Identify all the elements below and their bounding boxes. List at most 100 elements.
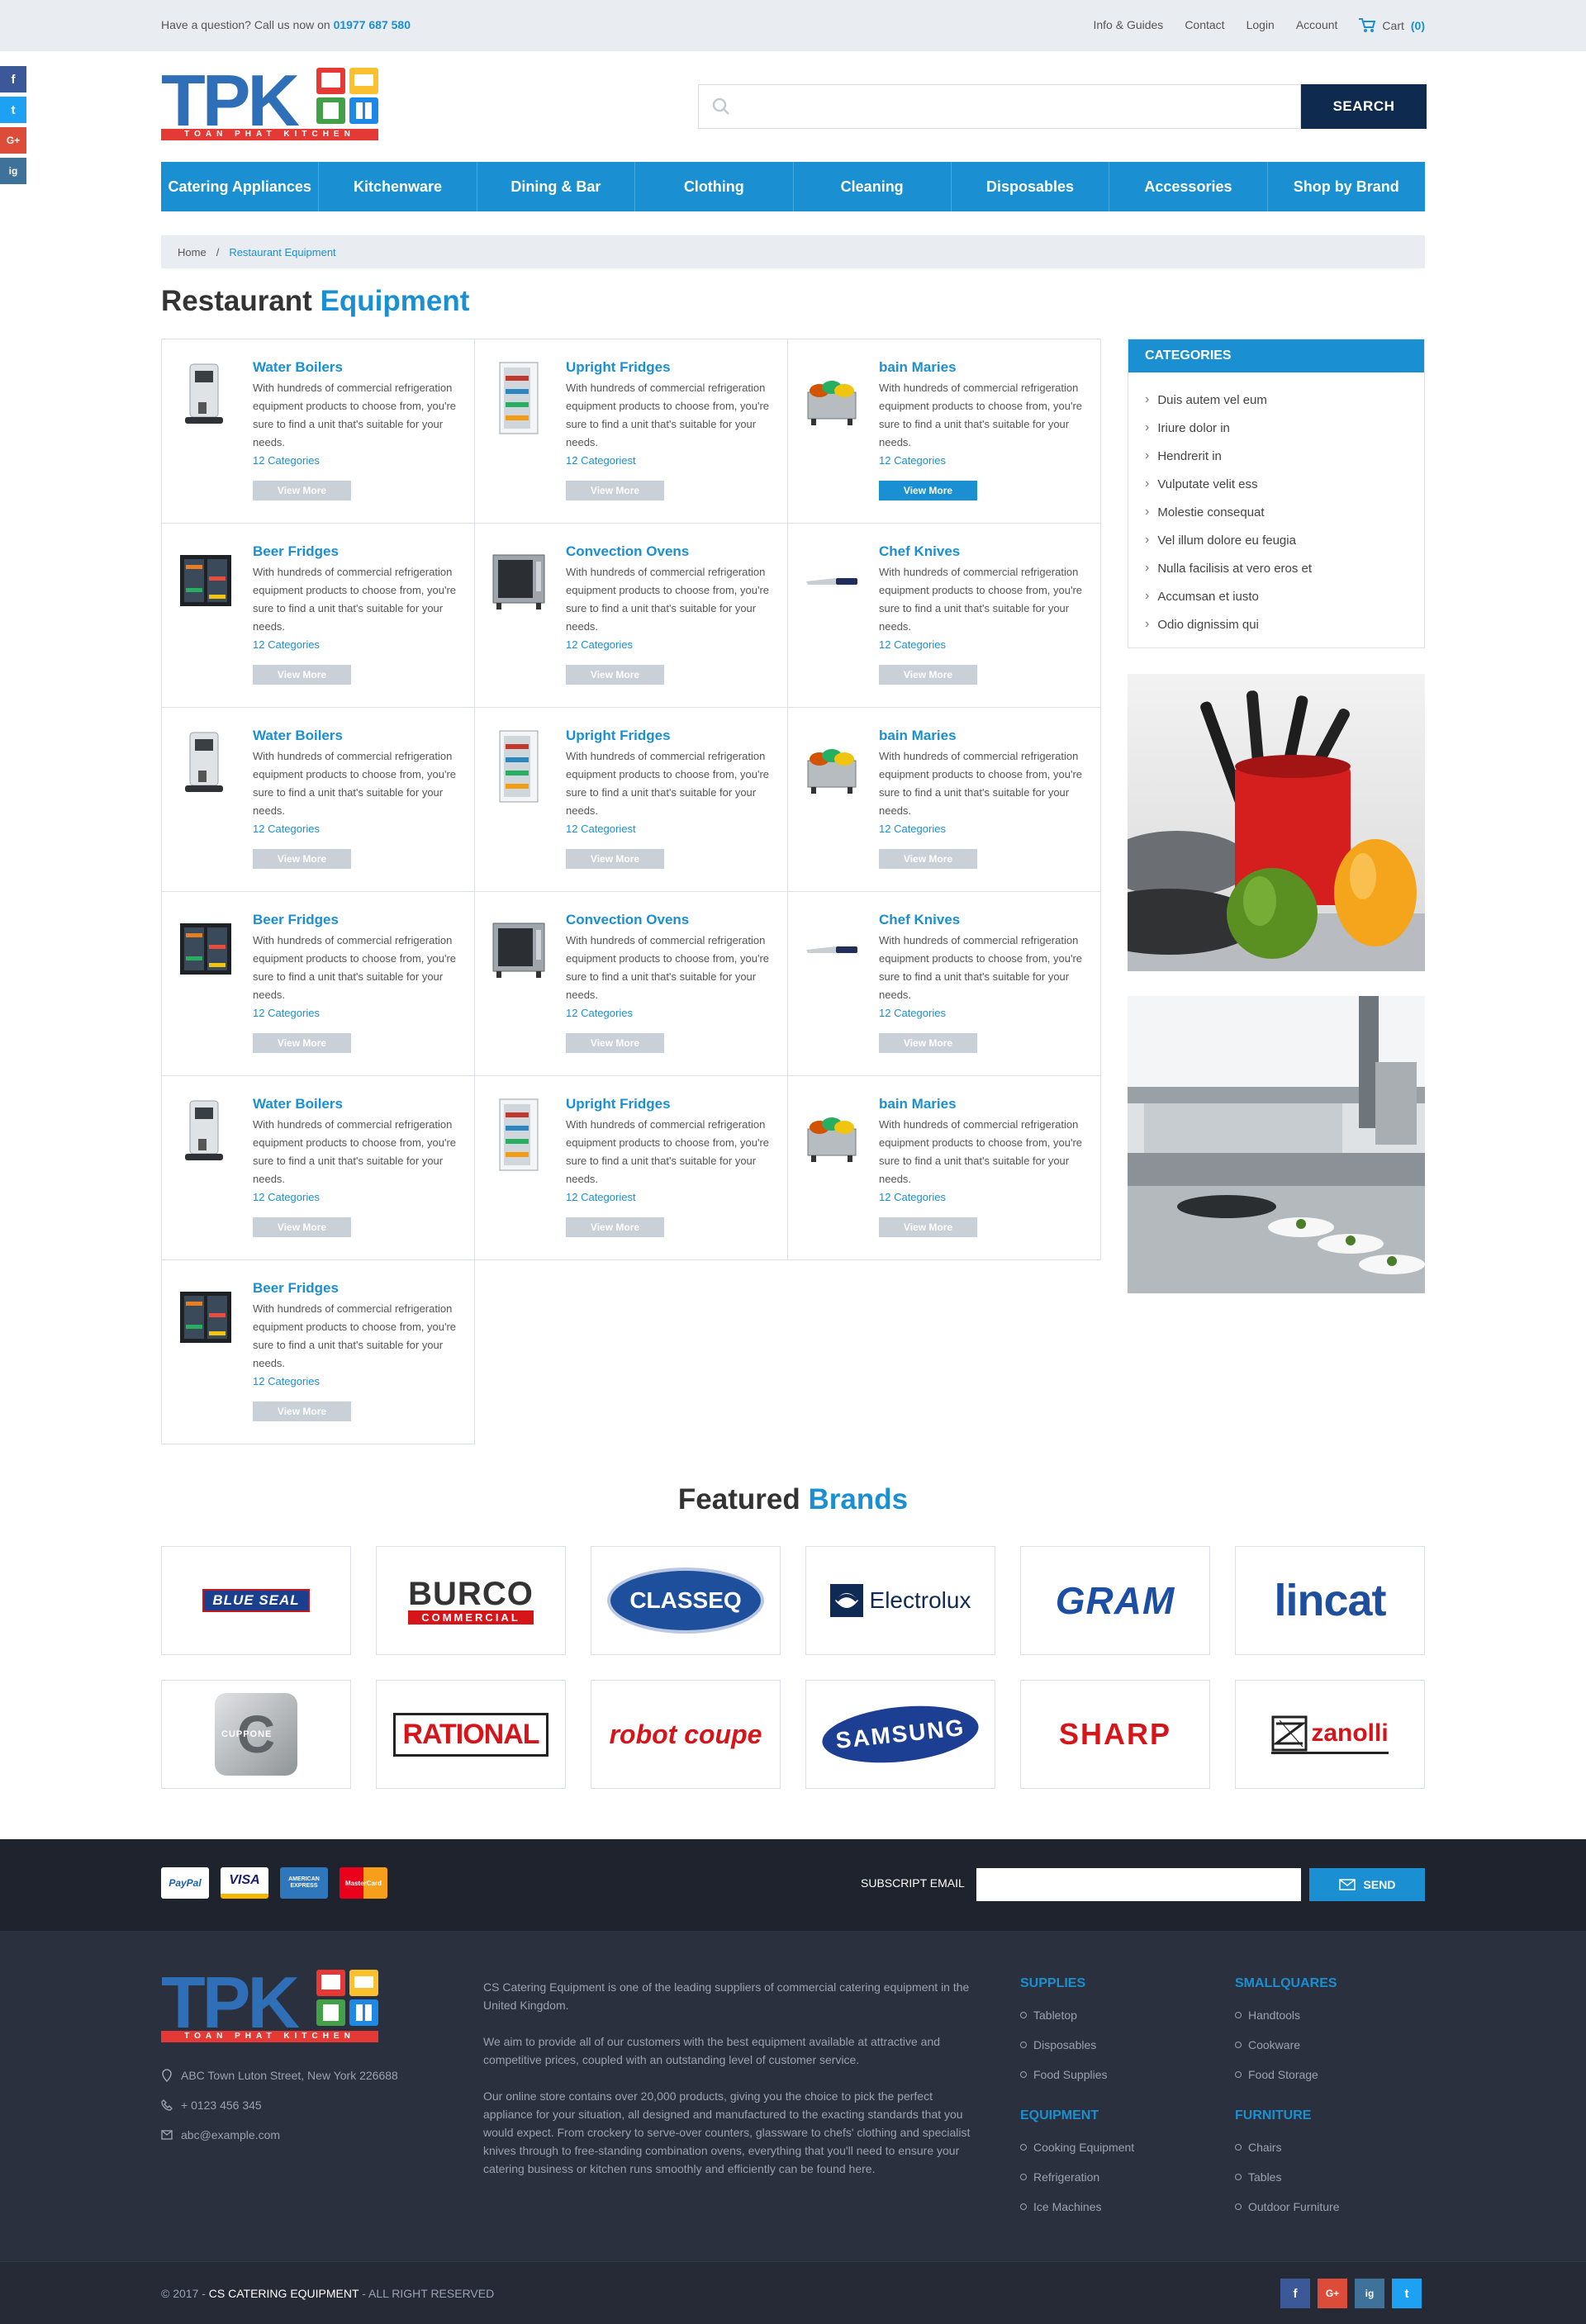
commercial-kitchen-banner[interactable] [1128, 996, 1425, 1293]
nav-disposables[interactable]: Disposables [952, 162, 1110, 211]
product-categories-link[interactable]: 12 Categories [879, 454, 946, 467]
google-plus-icon[interactable]: G+ [0, 127, 26, 154]
view-more-button[interactable]: View More [566, 849, 664, 869]
product-name[interactable]: Water Boilers [253, 1096, 343, 1112]
footer-link[interactable]: Tabletop [1020, 2009, 1077, 2022]
product-categories-link[interactable]: 12 Categories [879, 638, 946, 651]
product-card[interactable]: Water Boilers With hundreds of commercial… [161, 707, 475, 892]
view-more-button[interactable]: View More [879, 1033, 977, 1053]
nav-clothing[interactable]: Clothing [635, 162, 794, 211]
brand-rational[interactable]: RATIONAL [376, 1680, 566, 1789]
product-card[interactable]: Beer Fridges With hundreds of commercial … [161, 523, 475, 708]
brand-lincat[interactable]: lincat [1235, 1546, 1425, 1655]
footer-link[interactable]: Handtools [1235, 2009, 1300, 2022]
product-card[interactable]: bain Maries With hundreds of commercial r… [787, 1075, 1101, 1260]
product-card[interactable]: Beer Fridges With hundreds of commercial … [161, 1259, 475, 1444]
view-more-button[interactable]: View More [566, 665, 664, 685]
footer-phone[interactable]: + 0123 456 345 [161, 2099, 262, 2112]
footer-email[interactable]: abc@example.com [161, 2128, 280, 2141]
product-categories-link[interactable]: 12 Categories [253, 1191, 320, 1203]
view-more-button[interactable]: View More [879, 1217, 977, 1237]
contact-link[interactable]: Contact [1185, 18, 1224, 33]
product-card[interactable]: Upright Fridges With hundreds of commerci… [474, 707, 788, 892]
category-item[interactable]: Iriure dolor in [1145, 414, 1424, 442]
product-categories-link[interactable]: 12 Categories [253, 1375, 320, 1387]
product-categories-link[interactable]: 12 Categories [879, 823, 946, 835]
product-categories-link[interactable]: 12 Categories [566, 638, 633, 651]
brand-zanolli[interactable]: zanolli [1235, 1680, 1425, 1789]
info-guides-link[interactable]: Info & Guides [1093, 18, 1163, 33]
product-card[interactable]: Water Boilers With hundreds of commercial… [161, 1075, 475, 1260]
view-more-button[interactable]: View More [566, 481, 664, 500]
brand-blue-seal[interactable]: BLUE SEAL [161, 1546, 351, 1655]
twitter-icon[interactable]: t [0, 97, 26, 123]
facebook-icon[interactable]: f [0, 66, 26, 92]
breadcrumb-home[interactable]: Home [178, 246, 207, 258]
product-card[interactable]: bain Maries With hundreds of commercial r… [787, 707, 1101, 892]
product-card[interactable]: Beer Fridges With hundreds of commercial … [161, 891, 475, 1076]
nav-dining-bar[interactable]: Dining & Bar [477, 162, 636, 211]
product-name[interactable]: Chef Knives [879, 543, 960, 560]
category-item[interactable]: Molestie consequat [1145, 498, 1424, 526]
brand-sharp[interactable]: SHARP [1020, 1680, 1210, 1789]
footer-google-plus-icon[interactable]: G+ [1318, 2279, 1347, 2308]
view-more-button[interactable]: View More [253, 1402, 351, 1421]
product-name[interactable]: Upright Fridges [566, 728, 671, 744]
send-button[interactable]: SEND [1309, 1868, 1425, 1901]
category-item[interactable]: Hendrerit in [1145, 442, 1424, 470]
cart-link[interactable]: Cart (0) [1359, 18, 1425, 33]
nav-catering-appliances[interactable]: Catering Appliances [161, 162, 320, 211]
footer-link[interactable]: Refrigeration [1020, 2170, 1099, 2184]
product-card[interactable]: Convection Ovens With hundreds of commerc… [474, 523, 788, 708]
footer-twitter-icon[interactable]: t [1392, 2279, 1422, 2308]
search-button[interactable]: SEARCH [1301, 84, 1427, 129]
footer-link[interactable]: Cookware [1235, 2038, 1300, 2051]
view-more-button[interactable]: View More [879, 481, 977, 500]
view-more-button[interactable]: View More [879, 665, 977, 685]
kitchen-utensils-banner[interactable] [1128, 674, 1425, 971]
account-link[interactable]: Account [1296, 18, 1338, 33]
product-categories-link[interactable]: 12 Categories [566, 1007, 633, 1019]
footer-link[interactable]: Chairs [1235, 2141, 1281, 2154]
brand-classeq[interactable]: CLASSEQ [591, 1546, 781, 1655]
view-more-button[interactable]: View More [253, 849, 351, 869]
product-name[interactable]: Upright Fridges [566, 1096, 671, 1112]
product-name[interactable]: bain Maries [879, 359, 957, 376]
footer-link[interactable]: Cooking Equipment [1020, 2141, 1134, 2154]
category-item[interactable]: Vel illum dolore eu feugia [1145, 526, 1424, 554]
product-name[interactable]: Beer Fridges [253, 1280, 339, 1297]
nav-cleaning[interactable]: Cleaning [794, 162, 952, 211]
product-categories-link[interactable]: 12 Categories [879, 1191, 946, 1203]
product-categories-link[interactable]: 12 Categories [879, 1007, 946, 1019]
view-more-button[interactable]: View More [253, 1033, 351, 1053]
view-more-button[interactable]: View More [253, 481, 351, 500]
product-categories-link[interactable]: 12 Categories [253, 823, 320, 835]
footer-link[interactable]: Tables [1235, 2170, 1281, 2184]
product-categories-link[interactable]: 12 Categoriest [566, 1191, 636, 1203]
nav-shop-by-brand[interactable]: Shop by Brand [1268, 162, 1425, 211]
search-input[interactable] [698, 84, 1301, 129]
view-more-button[interactable]: View More [566, 1033, 664, 1053]
subscribe-email-input[interactable] [976, 1868, 1301, 1901]
product-card[interactable]: Convection Ovens With hundreds of commerc… [474, 891, 788, 1076]
footer-facebook-icon[interactable]: f [1280, 2279, 1310, 2308]
category-item[interactable]: Duis autem vel eum [1145, 386, 1424, 414]
product-categories-link[interactable]: 12 Categories [253, 454, 320, 467]
footer-link[interactable]: Food Storage [1235, 2068, 1318, 2081]
category-item[interactable]: Nulla facilisis at vero eros et [1145, 554, 1424, 582]
footer-link[interactable]: Disposables [1020, 2038, 1096, 2051]
footer-link[interactable]: Food Supplies [1020, 2068, 1108, 2081]
product-name[interactable]: Convection Ovens [566, 912, 689, 928]
product-name[interactable]: Convection Ovens [566, 543, 689, 560]
view-more-button[interactable]: View More [566, 1217, 664, 1237]
product-categories-link[interactable]: 12 Categoriest [566, 454, 636, 467]
product-categories-link[interactable]: 12 Categories [253, 1007, 320, 1019]
product-card[interactable]: Upright Fridges With hundreds of commerci… [474, 1075, 788, 1260]
product-card[interactable]: Upright Fridges With hundreds of commerci… [474, 339, 788, 524]
view-more-button[interactable]: View More [253, 665, 351, 685]
product-card[interactable]: bain Maries With hundreds of commercial r… [787, 339, 1101, 524]
brand-gram[interactable]: GRAM [1020, 1546, 1210, 1655]
phone-link[interactable]: 01977 687 580 [334, 18, 411, 31]
product-name[interactable]: bain Maries [879, 1096, 957, 1112]
brand-burco[interactable]: BURCO COMMERCIAL [376, 1546, 566, 1655]
